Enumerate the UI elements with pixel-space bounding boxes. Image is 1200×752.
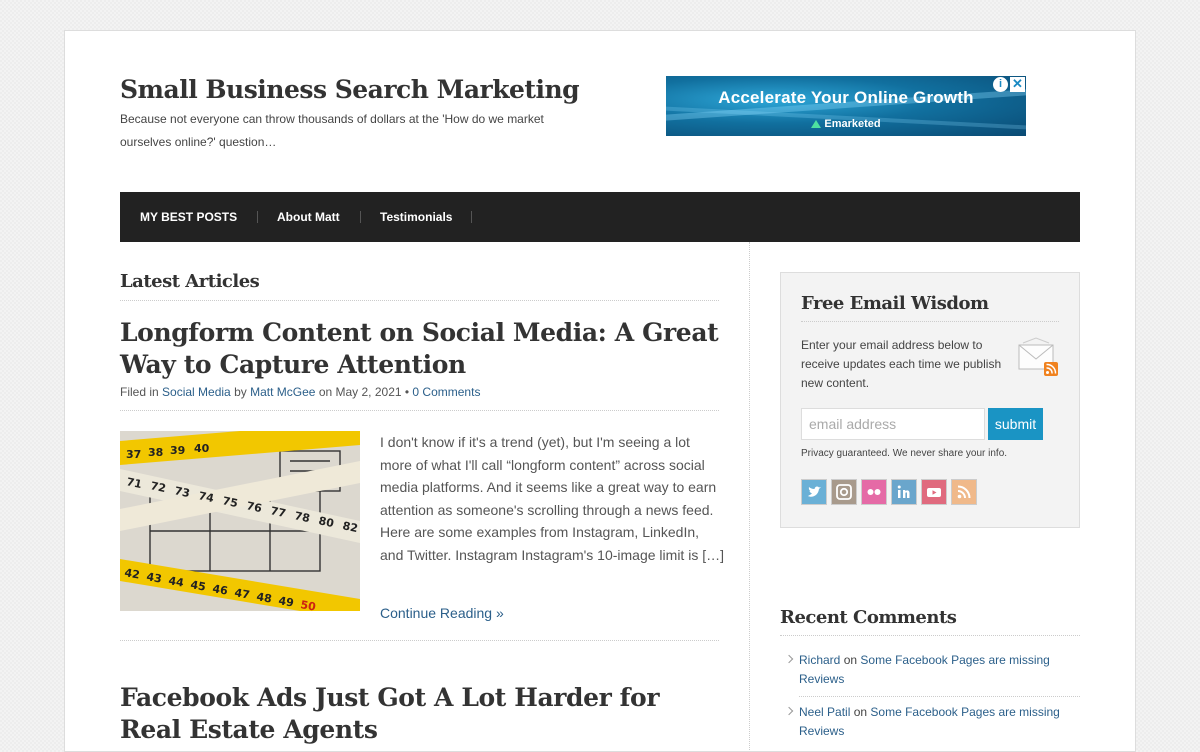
widget-text: Enter your email address below to receiv… xyxy=(801,338,1002,390)
nav-item-testimonials[interactable]: Testimonials xyxy=(380,192,452,242)
site-title[interactable]: Small Business Search Marketing xyxy=(120,75,580,104)
svg-text:45: 45 xyxy=(189,578,206,593)
column-divider xyxy=(749,242,750,751)
divider xyxy=(799,696,1080,697)
svg-text:47: 47 xyxy=(233,586,250,601)
widget-heading: Free Email Wisdom xyxy=(801,293,989,314)
divider xyxy=(780,635,1080,636)
comment-author-link[interactable]: Richard xyxy=(799,653,840,667)
youtube-icon[interactable] xyxy=(921,479,947,505)
svg-text:40: 40 xyxy=(194,442,210,455)
ad-headline: Accelerate Your Online Growth xyxy=(718,88,974,107)
post-title-link[interactable]: Longform Content on Social Media: A Grea… xyxy=(120,318,719,379)
meta-filed-label: Filed in xyxy=(120,385,159,399)
page-wrapper: Small Business Search Marketing Because … xyxy=(64,30,1136,752)
divider xyxy=(120,410,719,411)
svg-text:42: 42 xyxy=(123,566,140,581)
ad-close-icon[interactable]: ✕ xyxy=(1010,77,1025,92)
ad-banner[interactable]: Accelerate Your Online Growth Emarketed … xyxy=(666,76,1026,136)
post-excerpt: I don't know if it's a trend (yet), but … xyxy=(380,434,724,563)
twitter-icon[interactable] xyxy=(801,479,827,505)
svg-text:38: 38 xyxy=(148,446,163,459)
post-title-link[interactable]: Facebook Ads Just Got A Lot Harder for R… xyxy=(120,683,659,744)
author-link[interactable]: Matt McGee xyxy=(250,385,315,399)
nav-item-my-best-posts[interactable]: MY BEST POSTS xyxy=(140,192,237,242)
privacy-note: Privacy guaranteed. We never share your … xyxy=(801,448,1008,459)
email-input[interactable] xyxy=(801,408,985,440)
ad-brand: Emarketed xyxy=(666,118,1026,130)
svg-text:43: 43 xyxy=(145,570,162,585)
recent-comment-item: Richard on Some Facebook Pages are missi… xyxy=(780,651,1080,689)
category-link[interactable]: Social Media xyxy=(162,385,231,399)
svg-text:37: 37 xyxy=(126,448,141,461)
svg-text:50: 50 xyxy=(299,598,317,611)
post-meta: Filed in Social Media by Matt McGee on M… xyxy=(120,385,480,399)
post-title[interactable]: Longform Content on Social Media: A Grea… xyxy=(120,317,720,381)
linkedin-icon[interactable] xyxy=(891,479,917,505)
flickr-icon[interactable] xyxy=(861,479,887,505)
nav-separator xyxy=(360,211,361,223)
post-date: on May 2, 2021 • xyxy=(318,385,410,399)
continue-reading-link[interactable]: Continue Reading » xyxy=(380,605,504,621)
nav-separator xyxy=(471,211,472,223)
svg-text:39: 39 xyxy=(170,444,185,457)
nav-item-about-matt[interactable]: About Matt xyxy=(277,192,340,242)
svg-text:48: 48 xyxy=(255,590,272,605)
ad-brand-label: Emarketed xyxy=(824,118,881,130)
email-signup-widget: Free Email Wisdom Enter your email addre… xyxy=(780,272,1080,528)
nav-separator xyxy=(257,211,258,223)
instagram-icon[interactable] xyxy=(831,479,857,505)
site-description: Because not everyone can throw thousands… xyxy=(120,112,544,149)
email-rss-icon xyxy=(1017,337,1059,377)
ad-info-icon[interactable]: i xyxy=(993,77,1008,92)
chevron-right-icon xyxy=(784,654,794,664)
comment-on-label: on xyxy=(853,705,868,719)
recent-comments-heading: Recent Comments xyxy=(780,607,957,628)
post-title[interactable]: Facebook Ads Just Got A Lot Harder for R… xyxy=(120,682,720,746)
divider xyxy=(801,321,1059,322)
comment-on-label: on xyxy=(843,653,858,667)
comment-author-link[interactable]: Neel Patil xyxy=(799,705,850,719)
svg-text:46: 46 xyxy=(211,582,229,598)
post-thumbnail[interactable]: 37 38 39 40 71 72 73 74 75 76 77 78 80 82 42 43 44 45 46… xyxy=(120,431,360,611)
rss-icon[interactable] xyxy=(951,479,977,505)
svg-text:49: 49 xyxy=(277,594,294,609)
emarketed-logo-icon xyxy=(811,120,822,128)
comments-link[interactable]: 0 Comments xyxy=(412,385,480,399)
section-heading: Latest Articles xyxy=(120,271,260,292)
divider xyxy=(120,300,719,301)
submit-button[interactable]: submit xyxy=(988,408,1043,440)
meta-by-label: by xyxy=(234,385,247,399)
chevron-right-icon xyxy=(784,706,794,716)
svg-text:44: 44 xyxy=(167,574,185,590)
main-nav: MY BEST POSTS About Matt Testimonials xyxy=(120,192,1080,242)
divider xyxy=(120,640,719,641)
tape-measure-image: 37 38 39 40 71 72 73 74 75 76 77 78 80 82 42 43 44 45 46… xyxy=(120,431,360,611)
recent-comment-item: Neel Patil on Some Facebook Pages are mi… xyxy=(780,703,1080,741)
